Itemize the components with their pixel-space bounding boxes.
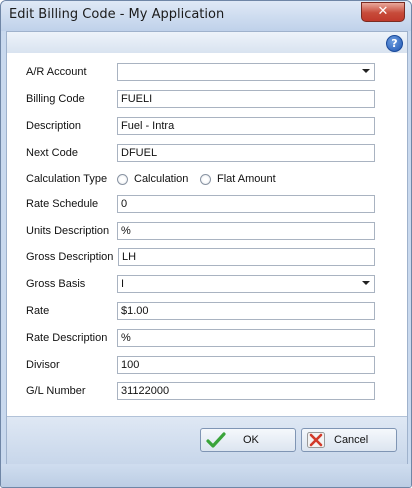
ok-button-label: OK [243,434,259,446]
units-description-input[interactable]: % [117,222,375,240]
help-bar: ? [7,32,407,54]
next-code-input[interactable]: DFUEL [117,144,375,162]
rate-schedule-input[interactable]: 0 [117,195,375,213]
gross-description-input[interactable]: LH [118,248,375,266]
rate-schedule-label: Rate Schedule [26,198,99,210]
flat-amount-radio-label[interactable]: Flat Amount [217,173,276,185]
window-title: Edit Billing Code - My Application [9,7,225,22]
dialog-footer: OK Cancel [7,416,407,465]
title-bar[interactable]: Edit Billing Code - My Application ✕ [1,1,411,31]
cancel-x-icon [307,432,325,448]
cancel-button-label: Cancel [334,434,369,446]
help-icon[interactable]: ? [386,35,403,52]
rate-label: Rate [26,305,50,317]
ar-account-select[interactable] [117,63,375,81]
rate-input[interactable]: $1.00 [117,302,375,320]
ar-account-label: A/R Account [26,66,87,78]
checkmark-icon [206,432,226,448]
description-label: Description [26,120,82,132]
chevron-down-icon [362,281,370,285]
dialog-window: Edit Billing Code - My Application ✕ ? A… [0,0,412,488]
next-code-label: Next Code [26,147,78,159]
gross-basis-select[interactable]: I [117,275,375,293]
units-description-label: Units Description [26,225,110,237]
calculation-radio-label[interactable]: Calculation [134,173,188,185]
status-strip [1,464,411,487]
calculation-type-label: Calculation Type [26,173,108,185]
gl-number-input[interactable]: 31122000 [117,382,375,400]
billing-code-label: Billing Code [26,93,85,105]
ok-button[interactable]: OK [200,428,296,452]
close-button[interactable]: ✕ [361,2,405,22]
billing-code-form: A/R Account Billing Code FUELI Descripti… [7,53,407,416]
rate-description-label: Rate Description [26,332,108,344]
gross-description-label: Gross Description [26,251,114,263]
flat-amount-radio[interactable] [200,174,211,185]
calculation-radio[interactable] [117,174,128,185]
rate-description-input[interactable]: % [117,329,375,347]
gross-basis-label: Gross Basis [26,278,86,290]
cancel-button[interactable]: Cancel [301,428,397,452]
gl-number-label: G/L Number [26,385,86,397]
divisor-input[interactable]: 100 [117,356,375,374]
divisor-label: Divisor [26,359,60,371]
description-input[interactable]: Fuel - Intra [117,117,375,135]
billing-code-input[interactable]: FUELI [117,90,375,108]
dialog-client-area: ? A/R Account Billing Code FUELI Descrip… [6,31,408,465]
chevron-down-icon [362,69,370,73]
gross-basis-value: I [121,278,125,290]
